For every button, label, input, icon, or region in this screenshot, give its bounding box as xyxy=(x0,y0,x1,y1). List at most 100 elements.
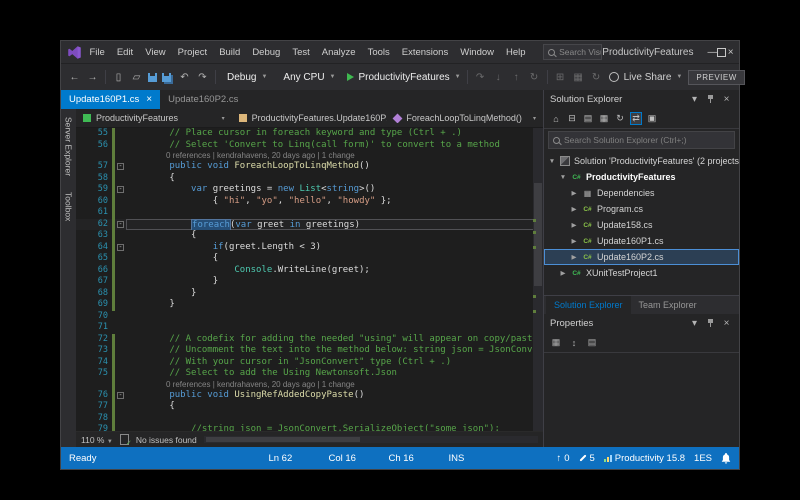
zoom-control[interactable]: 110 % ▼ xyxy=(81,435,113,445)
breakpoint-margin[interactable] xyxy=(76,390,84,402)
code-text[interactable]: var greetings = new List<string>() xyxy=(126,184,543,196)
breakpoint-margin[interactable] xyxy=(76,334,84,346)
redo-icon[interactable]: ↷ xyxy=(196,72,209,83)
codelens-line[interactable]: 0 references | kendrahavens, 20 days ago… xyxy=(76,151,543,161)
breakpoint-margin[interactable] xyxy=(76,265,84,277)
breakpoint-margin[interactable] xyxy=(76,128,84,140)
menu-help[interactable]: Help xyxy=(503,45,530,60)
code-text[interactable]: //string json = JsonConvert.SerializeObj… xyxy=(126,424,543,431)
tree-expand-arrow-icon[interactable]: ▶ xyxy=(570,253,578,261)
open-folder-icon[interactable]: ▱ xyxy=(130,72,143,83)
breakpoint-margin[interactable] xyxy=(76,380,84,390)
code-text[interactable]: { xyxy=(126,173,543,185)
breakpoint-margin[interactable] xyxy=(76,424,84,431)
restart-icon[interactable]: ↻ xyxy=(528,72,541,83)
breakpoint-margin[interactable] xyxy=(76,368,84,380)
step-over-icon[interactable]: ↷ xyxy=(474,72,487,83)
tree-item-update160p2-cs[interactable]: ▶C#Update160P2.cs xyxy=(544,249,739,265)
collapse-icon[interactable]: - xyxy=(117,221,124,228)
find-in-files-icon[interactable]: ▦ xyxy=(572,72,585,83)
save-all-icon[interactable] xyxy=(162,73,171,82)
collapse-icon[interactable]: - xyxy=(117,392,124,399)
codelens-line[interactable]: 0 references | kendrahavens, 20 days ago… xyxy=(76,380,543,390)
code-text[interactable]: // Place cursor in foreach keyword and t… xyxy=(126,128,543,140)
breakpoint-margin[interactable] xyxy=(76,207,84,219)
horizontal-scrollbar[interactable] xyxy=(204,436,538,443)
doc-tab-update160p2.cs[interactable]: Update160P2.cs xyxy=(160,90,246,109)
code-text[interactable]: } xyxy=(126,288,543,300)
tool-tab-solution-explorer[interactable]: Solution Explorer xyxy=(546,296,631,314)
vertical-scrollbar[interactable] xyxy=(533,128,543,431)
pending-edits[interactable]: 5 xyxy=(579,453,595,464)
menu-edit[interactable]: Edit xyxy=(113,45,136,60)
breadcrumb-segment-1[interactable]: ProductivityFeatures.Update160P1▾ xyxy=(232,113,388,123)
breakpoint-margin[interactable] xyxy=(76,151,84,161)
outlining-margin[interactable]: - xyxy=(115,161,126,173)
code-line[interactable]: 66 Console.WriteLine(greet); xyxy=(76,265,543,277)
doc-tab-update160p1.cs[interactable]: Update160P1.cs× xyxy=(61,90,160,109)
code-text[interactable]: // A codefix for adding the needed "usin… xyxy=(126,334,543,346)
code-line[interactable]: 74 // With your cursor in "JsonConvert" … xyxy=(76,357,543,369)
tree-expand-arrow-icon[interactable]: ▶ xyxy=(570,189,578,197)
code-text[interactable]: // Select to add the Using Newtonsoft.Js… xyxy=(126,368,543,380)
code-line[interactable]: 62- foreach(var greet in greetings) xyxy=(76,219,543,231)
tree-item-solution-productivityfeatures-2-projects-[interactable]: ▼Solution 'ProductivityFeatures' (2 proj… xyxy=(544,153,739,169)
collapse-icon[interactable]: - xyxy=(117,186,124,193)
scrollbar-thumb[interactable] xyxy=(206,437,360,442)
code-text[interactable]: // With your cursor in "JsonConvert" typ… xyxy=(126,357,543,369)
collapse-all-icon[interactable]: ⊟ xyxy=(566,113,578,124)
solution-explorer-search-input[interactable]: Search Solution Explorer (Ctrl+;) xyxy=(548,131,735,149)
menu-analyze[interactable]: Analyze xyxy=(318,45,359,60)
menu-tools[interactable]: Tools xyxy=(364,45,393,60)
chevron-down-icon[interactable]: ▾ xyxy=(688,94,701,105)
breadcrumb-segment-0[interactable]: ProductivityFeatures▾ xyxy=(76,113,232,123)
breakpoint-margin[interactable] xyxy=(76,219,84,231)
breakpoint-margin[interactable] xyxy=(76,173,84,185)
code-text[interactable]: } xyxy=(126,276,543,288)
breakpoint-margin[interactable] xyxy=(76,140,84,152)
code-text[interactable] xyxy=(126,322,543,334)
maximize-button[interactable] xyxy=(717,43,726,61)
collapse-icon[interactable]: - xyxy=(117,244,124,251)
categorized-icon[interactable]: ▦ xyxy=(550,337,562,348)
refresh-icon[interactable]: ↻ xyxy=(590,72,603,83)
collapse-icon[interactable]: - xyxy=(117,163,124,170)
menu-view[interactable]: View xyxy=(142,45,169,60)
breakpoint-margin[interactable] xyxy=(76,357,84,369)
tree-collapse-arrow-icon[interactable]: ▼ xyxy=(559,174,567,181)
code-line[interactable]: 60 { "hi", "yo", "hello", "howdy" }; xyxy=(76,196,543,208)
tree-item-dependencies[interactable]: ▶▦Dependencies xyxy=(544,185,739,201)
close-button[interactable]: × xyxy=(726,43,735,61)
breakpoint-margin[interactable] xyxy=(76,299,84,311)
breakpoint-margin[interactable] xyxy=(76,311,84,323)
code-text[interactable] xyxy=(126,207,543,219)
scrollbar-thumb[interactable] xyxy=(534,183,542,286)
code-line[interactable]: 69 } xyxy=(76,299,543,311)
code-text[interactable] xyxy=(126,413,543,425)
menu-build[interactable]: Build xyxy=(216,45,244,60)
outlining-margin[interactable]: - xyxy=(115,242,126,254)
tree-item-update160p1-cs[interactable]: ▶C#Update160P1.cs xyxy=(544,233,739,249)
code-text[interactable]: Console.WriteLine(greet); xyxy=(126,265,543,277)
preview-badge[interactable]: PREVIEW xyxy=(688,70,744,85)
outlining-margin[interactable]: - xyxy=(115,390,126,402)
code-line[interactable]: 63 { xyxy=(76,230,543,242)
breakpoint-margin[interactable] xyxy=(76,413,84,425)
breakpoint-margin[interactable] xyxy=(76,322,84,334)
property-pages-icon[interactable]: ▤ xyxy=(586,337,598,348)
code-text[interactable]: 0 references | kendrahavens, 20 days ago… xyxy=(126,380,543,390)
bell-icon[interactable] xyxy=(721,453,731,464)
code-text[interactable]: { xyxy=(126,401,543,413)
tree-item-program-cs[interactable]: ▶C#Program.cs xyxy=(544,201,739,217)
code-text[interactable]: // Uncomment the text into the method be… xyxy=(126,345,543,357)
code-line[interactable]: 70 xyxy=(76,311,543,323)
tree-item-update158-cs[interactable]: ▶C#Update158.cs xyxy=(544,217,739,233)
code-line[interactable]: 67 } xyxy=(76,276,543,288)
code-text[interactable]: } xyxy=(126,299,543,311)
code-line[interactable]: 79 //string json = JsonConvert.Serialize… xyxy=(76,424,543,431)
code-line[interactable]: 75 // Select to add the Using Newtonsoft… xyxy=(76,368,543,380)
back-arrow-icon[interactable]: ← xyxy=(68,72,81,83)
code-text[interactable]: public void UsingRefAddedCopyPaste() xyxy=(126,390,543,402)
code-line[interactable]: 68 } xyxy=(76,288,543,300)
code-text[interactable]: { xyxy=(126,253,543,265)
